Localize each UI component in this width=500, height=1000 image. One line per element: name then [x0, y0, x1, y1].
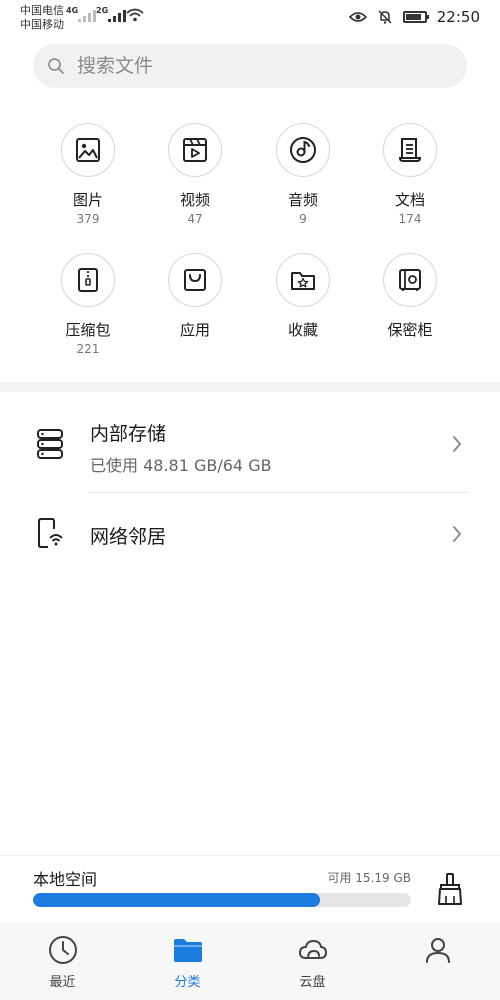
mute-bell-icon — [378, 10, 392, 24]
category-audio[interactable]: 音频 9 — [253, 123, 353, 227]
category-videos-circle — [168, 123, 222, 177]
broom-clean-icon[interactable] — [436, 872, 464, 906]
wifi-icon — [126, 8, 144, 22]
category-count: 9 — [299, 212, 307, 226]
category-count: 47 — [187, 212, 203, 226]
category-label: 保密柜 — [387, 321, 433, 339]
status-right: 22:50 — [348, 8, 480, 26]
image-icon — [76, 138, 100, 162]
user-icon — [426, 938, 450, 963]
local-space-progress-fill — [33, 893, 321, 907]
tab-cloud[interactable]: 云盘 — [250, 922, 375, 1000]
category-audio-circle — [276, 123, 330, 177]
category-images[interactable]: 图片 379 — [38, 123, 138, 227]
category-safe[interactable]: 保密柜 — [360, 253, 460, 341]
safe-icon — [399, 269, 421, 291]
category-count: 174 — [398, 212, 422, 226]
category-label: 文档 — [394, 191, 425, 209]
tab-label: 分类 — [174, 975, 201, 990]
clock-icon — [49, 936, 77, 964]
category-label: 压缩包 — [65, 321, 111, 339]
storage-icon — [37, 429, 63, 459]
carrier-1: 中国电信 — [20, 4, 64, 17]
category-apps[interactable]: 应用 — [145, 253, 245, 341]
local-space-progress — [33, 893, 411, 907]
chevron-right-icon — [453, 526, 461, 542]
zip-icon — [78, 268, 98, 292]
network-type-2: 2G — [96, 6, 109, 15]
category-label: 收藏 — [287, 321, 318, 339]
category-archives[interactable]: 压缩包 221 — [38, 253, 138, 357]
section-divider — [0, 382, 500, 392]
local-space-title: 本地空间 — [33, 870, 98, 889]
internal-storage-usage: 已使用 48.81 GB/64 GB — [90, 456, 272, 475]
category-archives-circle — [61, 253, 115, 307]
category-count: 379 — [76, 212, 100, 226]
search-bar[interactable] — [33, 44, 467, 88]
network-neighbor-row[interactable]: 网络邻居 — [0, 493, 500, 575]
category-apps-circle — [168, 253, 222, 307]
eye-icon — [348, 12, 367, 22]
phone-wifi-icon — [38, 518, 63, 548]
category-safe-circle — [383, 253, 437, 307]
tab-label: 云盘 — [299, 975, 326, 990]
status-bar: 中国电信 中国移动 4G 2G 22:50 — [0, 0, 500, 36]
search-input[interactable] — [75, 54, 439, 78]
category-label: 音频 — [287, 191, 318, 209]
category-videos[interactable]: 视频 47 — [145, 123, 245, 227]
carrier-labels: 中国电信 中国移动 — [20, 4, 64, 32]
category-favorites-circle — [276, 253, 330, 307]
battery-icon — [402, 11, 429, 23]
document-icon — [398, 138, 422, 162]
category-label: 视频 — [179, 191, 210, 209]
tab-label: 最近 — [49, 975, 76, 990]
local-space-free: 可用 15.19 GB — [327, 871, 411, 885]
carrier-2: 中国移动 — [20, 18, 64, 31]
category-images-circle — [61, 123, 115, 177]
internal-storage-title: 内部存储 — [90, 423, 167, 445]
network-type-1: 4G — [66, 6, 79, 15]
category-documents[interactable]: 文档 174 — [360, 123, 460, 227]
video-icon — [183, 138, 207, 162]
category-count: 221 — [76, 342, 100, 356]
bottom-tab-bar: 最近 分类 云盘 — [0, 922, 500, 1000]
category-favorites[interactable]: 收藏 — [253, 253, 353, 341]
internal-storage-row[interactable]: 内部存储 已使用 48.81 GB/64 GB — [0, 392, 500, 492]
chevron-right-icon — [453, 436, 461, 452]
signal-2-icon — [108, 8, 126, 22]
tab-recent[interactable]: 最近 — [0, 922, 125, 1000]
category-label: 应用 — [179, 321, 210, 339]
search-icon — [48, 58, 64, 74]
tab-categories[interactable]: 分类 — [125, 922, 250, 1000]
signal-1-icon — [78, 8, 96, 22]
category-documents-circle — [383, 123, 437, 177]
tab-profile[interactable] — [375, 922, 500, 1000]
folder-icon — [174, 939, 202, 962]
local-space-divider — [0, 855, 500, 856]
star-folder-icon — [291, 272, 315, 290]
music-icon — [290, 137, 316, 163]
category-label: 图片 — [72, 191, 103, 209]
status-time: 22:50 — [436, 8, 480, 26]
network-neighbor-title: 网络邻居 — [90, 526, 167, 548]
cloud-icon — [299, 940, 327, 959]
app-bag-icon — [184, 269, 206, 291]
